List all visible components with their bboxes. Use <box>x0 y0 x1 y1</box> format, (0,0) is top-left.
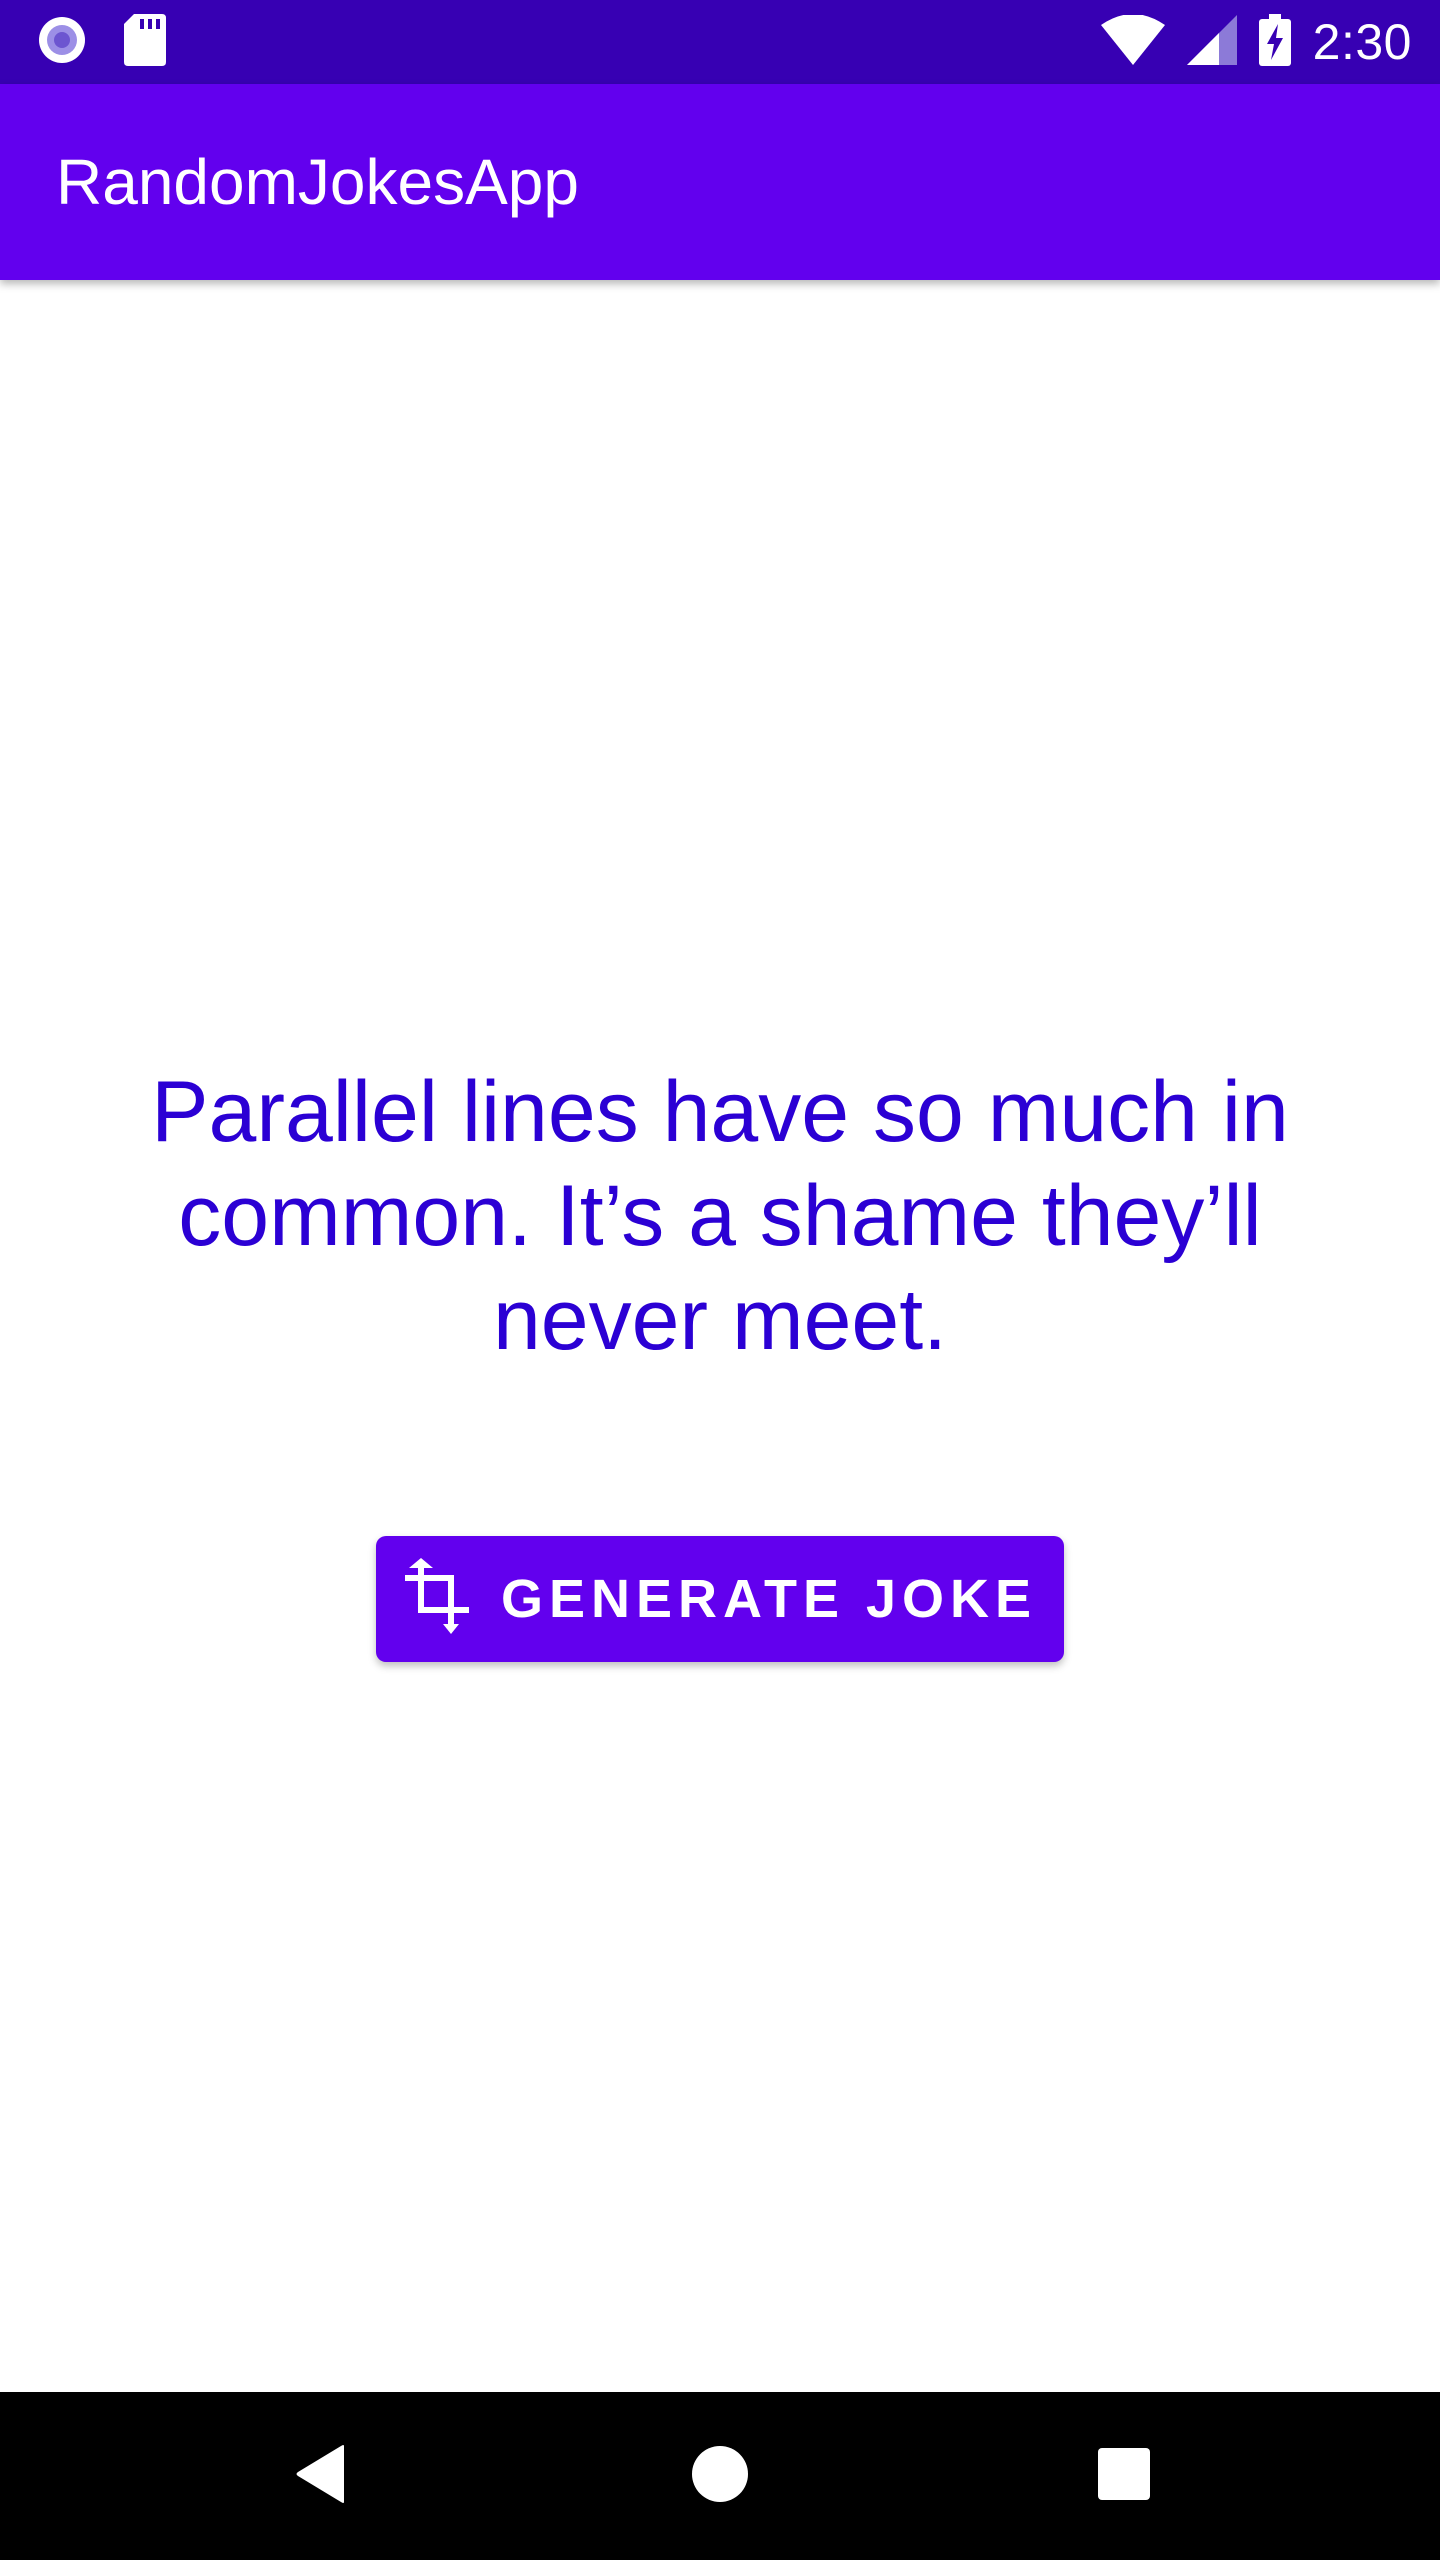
joke-text: Parallel lines have so much in common. I… <box>151 1064 1289 1368</box>
nav-recents-button[interactable] <box>1074 2392 1174 2560</box>
status-bar-left <box>36 14 166 70</box>
recents-icon <box>1098 2448 1150 2504</box>
status-bar-right: 2:30 <box>1100 12 1412 72</box>
home-icon <box>691 2445 749 2507</box>
wifi-icon <box>1100 14 1165 69</box>
status-bar: 2:30 <box>0 0 1440 84</box>
signal-icon <box>1186 15 1237 69</box>
generate-joke-label: GENERATE JOKE <box>500 1569 1038 1629</box>
status-time: 2:30 <box>1312 14 1412 70</box>
nav-home-button[interactable] <box>670 2392 770 2560</box>
sd-card-icon <box>124 14 166 70</box>
crop-rotate-icon <box>403 1558 475 1640</box>
nav-bar <box>0 2392 1440 2560</box>
nav-back-button[interactable] <box>270 2392 370 2560</box>
record-icon <box>36 14 88 70</box>
app-bar: RandomJokesApp <box>0 84 1440 280</box>
app-title: RandomJokesApp <box>56 146 579 218</box>
generate-joke-button[interactable]: GENERATE JOKE <box>376 1536 1064 1662</box>
battery-charging-icon <box>1258 14 1291 70</box>
back-icon <box>294 2444 346 2508</box>
screen: 2:30 RandomJokesApp Parallel lines have … <box>0 0 1440 2560</box>
